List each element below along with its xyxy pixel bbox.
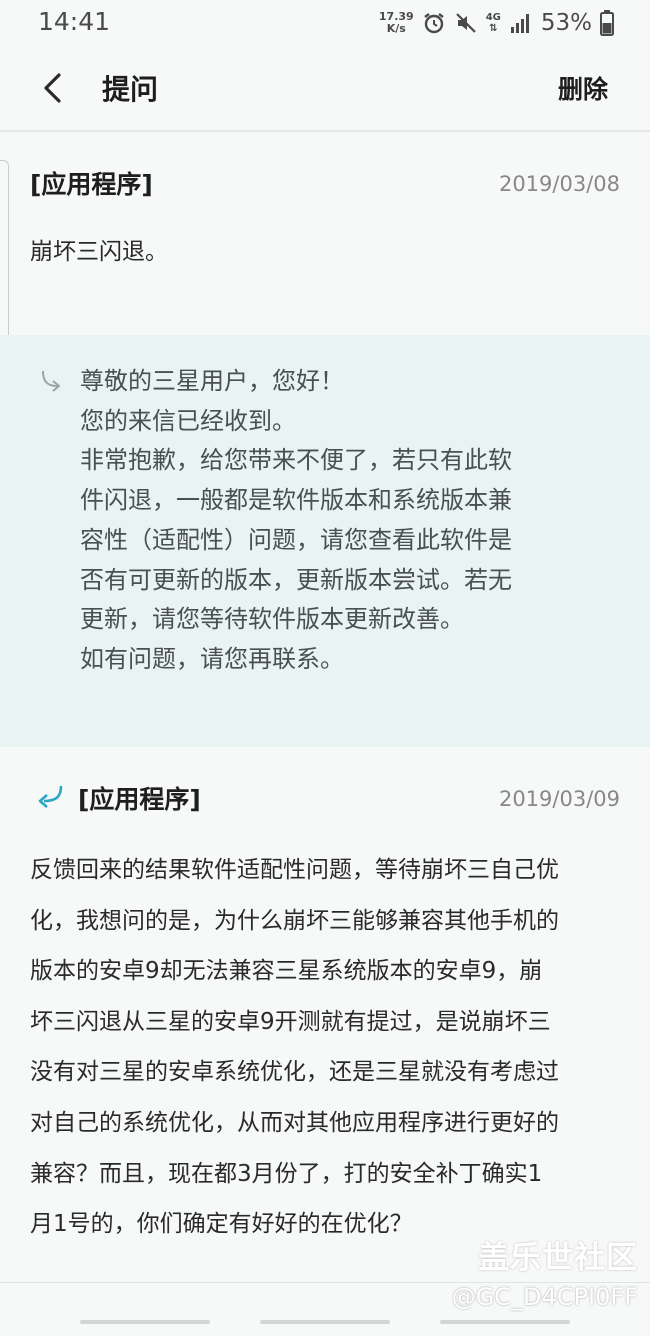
- reply-line: 件闪退，一般都是软件版本和系统版本兼: [80, 486, 512, 515]
- alarm-icon: [423, 13, 444, 34]
- followup-line: 没有对三星的安卓系统优化，还是三星就没有考虑过: [30, 1059, 559, 1086]
- delete-button[interactable]: 删除: [558, 70, 608, 106]
- followup-line: 化，我想问的是，为什么崩坏三能够兼容其他手机的: [30, 907, 559, 934]
- page-title: 提问: [102, 73, 159, 106]
- question-date: 2019/03/08: [498, 172, 620, 196]
- followup-line: 版本的安卓9却无法兼容三星系统版本的安卓9，崩: [30, 958, 543, 985]
- reply-line: 尊敬的三星用户，您好！: [80, 367, 344, 395]
- watermark-handle: @GC_D4CPI0FF: [451, 1283, 638, 1311]
- reply-line: 容性（适配性）问题，请您查看此软件是: [80, 525, 512, 554]
- followup-line: 坏三闪退从三星的安卓9开测就有提过，是说崩坏三: [30, 1008, 551, 1035]
- reply-line: 非常抱歉，给您带来不便了，若只有此软: [80, 446, 512, 475]
- reply-line: 否有可更新的版本，更新版本尝试。若无: [80, 565, 512, 594]
- followup-date: 2019/03/09: [498, 787, 620, 811]
- reply-line: 更新，请您等待软件版本更新改善。: [80, 605, 464, 634]
- screen: 14:41 17.39 K/s 4G ⇅ 53% 提问 删除 [应用程序] 20…: [0, 0, 650, 1336]
- signal-icon: [510, 14, 529, 33]
- app-header: 提问 删除: [0, 46, 650, 130]
- nav-hint-right: [440, 1320, 570, 1324]
- reply-text: 尊敬的三星用户，您好！ 您的来信已经收到。 非常抱歉，给您带来不便了，若只有此软…: [80, 362, 620, 680]
- header-divider: [0, 130, 650, 132]
- network-type: 4G ⇅: [486, 12, 501, 34]
- network-type-label: 4G: [485, 12, 501, 23]
- followup-category: [应用程序]: [78, 785, 201, 814]
- reply-arrow-icon: [42, 370, 60, 392]
- question-category: [应用程序]: [30, 170, 153, 199]
- followup-content: 反馈回来的结果软件适配性问题，等待崩坏三自己优 化，我想问的是，为什么崩坏三能够…: [30, 845, 630, 1250]
- watermark-title: 盖乐世社区: [478, 1240, 638, 1276]
- status-time: 14:41: [38, 7, 111, 36]
- followup-arrow-icon: [38, 785, 63, 808]
- status-icons: 17.39 K/s 4G ⇅ 53%: [379, 6, 614, 40]
- reply-line: 您的来信已经收到。: [80, 406, 296, 435]
- network-speed: 17.39 K/s: [379, 11, 414, 35]
- followup-line: 对自己的系统优化，从而对其他应用程序进行更好的: [30, 1109, 559, 1136]
- status-bar: 14:41 17.39 K/s 4G ⇅ 53%: [0, 0, 650, 46]
- followup-line: 兼容？而且，现在都3月份了，打的安全补丁确实1: [30, 1160, 543, 1187]
- back-button[interactable]: [30, 66, 74, 110]
- chevron-left-icon: [44, 73, 61, 103]
- reply-card: 尊敬的三星用户，您好！ 您的来信已经收到。 非常抱歉，给您带来不便了，若只有此软…: [0, 335, 650, 747]
- nav-hint-left: [80, 1320, 210, 1324]
- battery-percent: 53%: [540, 10, 592, 36]
- followup-line: 反馈回来的结果软件适配性问题，等待崩坏三自己优: [30, 857, 559, 883]
- reply-line: 如有问题，请您再联系。: [80, 644, 344, 673]
- battery-icon: [600, 10, 614, 36]
- mute-icon: [455, 13, 476, 33]
- network-speed-unit: K/s: [386, 22, 406, 35]
- question-content: 崩坏三闪退。: [30, 239, 168, 265]
- data-arrows-icon: ⇅: [489, 23, 498, 34]
- nav-hint-center: [260, 1320, 390, 1324]
